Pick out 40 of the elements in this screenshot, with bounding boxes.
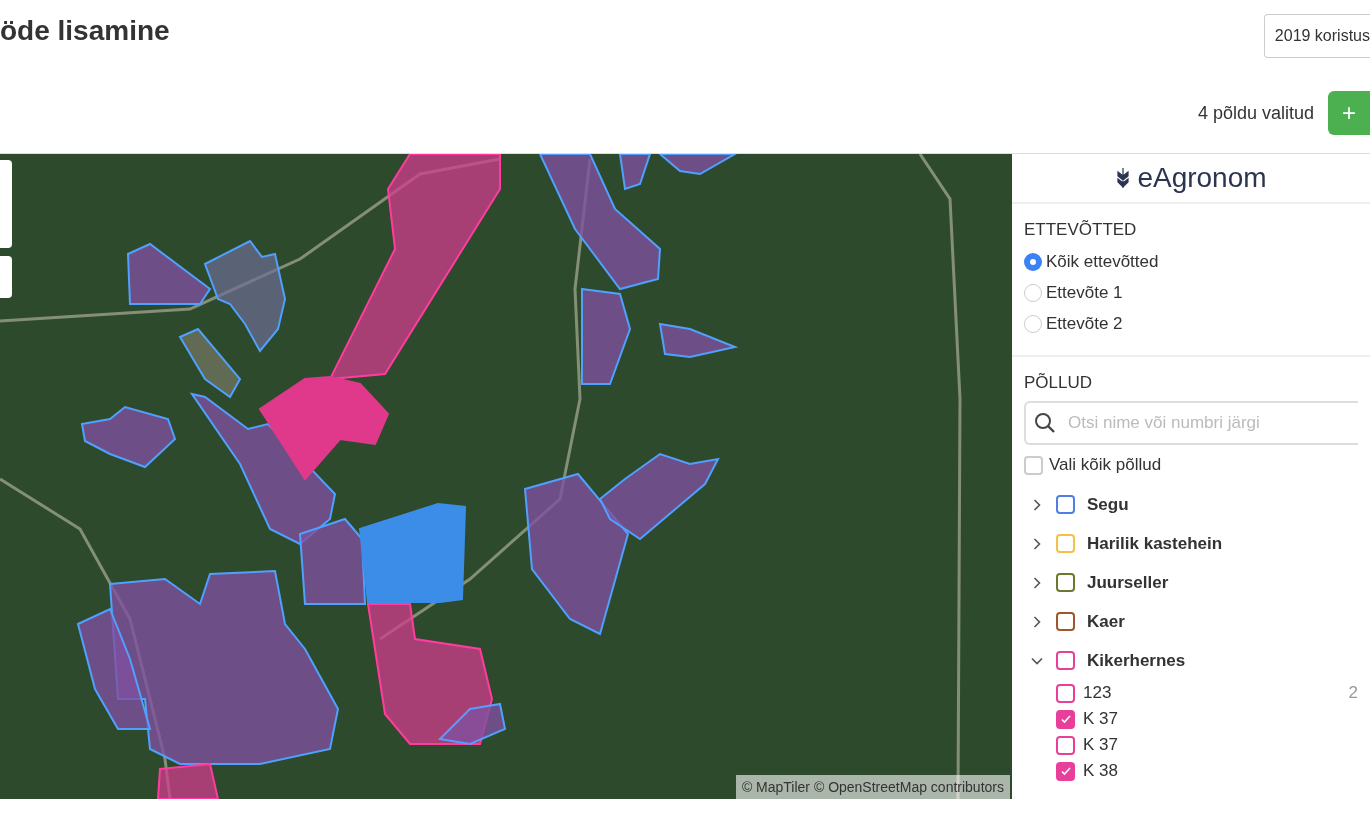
field-label[interactable]: 123 xyxy=(1083,680,1341,706)
search-icon xyxy=(1034,412,1056,434)
field-label[interactable]: K 37 xyxy=(1083,732,1358,758)
selection-count: 4 põldu valitud xyxy=(1197,102,1314,125)
checkbox[interactable] xyxy=(1056,612,1075,631)
section-heading: ETTEVÕTTED xyxy=(1024,220,1138,240)
company-radio[interactable]: Kõik ettevõtted xyxy=(1024,246,1358,277)
checkbox[interactable] xyxy=(1056,683,1075,703)
satellite-map[interactable]: © MapTiler © OpenStreetMap contributors xyxy=(0,154,1012,799)
crop-group-label[interactable]: Juurseller xyxy=(1087,569,1169,596)
crop-group-label[interactable]: Harilik kastehein xyxy=(1087,530,1223,557)
radio-button[interactable] xyxy=(1024,283,1042,302)
checkbox[interactable] xyxy=(1056,735,1075,755)
checkbox[interactable] xyxy=(1056,495,1075,514)
crop-group-label[interactable]: Kaer xyxy=(1087,608,1125,635)
checkmark-icon xyxy=(1059,713,1072,725)
page-title: öde lisamine xyxy=(0,14,170,48)
map-attribution: © MapTiler © OpenStreetMap contributors xyxy=(735,775,1010,799)
field-label[interactable]: K 37 xyxy=(1083,706,1358,732)
checkbox[interactable] xyxy=(1056,534,1075,553)
field-label[interactable]: K 38 xyxy=(1083,758,1358,784)
company-radio[interactable]: Ettevõte 1 xyxy=(1024,277,1358,308)
radio-button[interactable] xyxy=(1024,314,1042,333)
search-field[interactable]: Otsi nime või numbri järgi xyxy=(1024,401,1358,445)
select-all-label[interactable]: Vali kõik põllud xyxy=(1049,452,1162,478)
field-area: 2 xyxy=(1348,680,1358,706)
checkbox[interactable] xyxy=(1056,709,1075,729)
checkbox[interactable] xyxy=(1056,573,1075,592)
checkbox[interactable] xyxy=(1056,651,1075,670)
checkbox[interactable] xyxy=(1056,761,1075,781)
brand-logo: eAgronom xyxy=(1137,162,1267,194)
crop-group-label[interactable]: Segu xyxy=(1087,491,1129,518)
crop-group-label[interactable]: Kikerhernes xyxy=(1087,647,1186,674)
section-heading: PÕLLUD xyxy=(1024,373,1094,393)
wheat-logo-icon xyxy=(1115,166,1132,190)
radio-button[interactable] xyxy=(1024,252,1042,271)
checkmark-icon xyxy=(1059,765,1072,777)
season-select[interactable]: 2019 koristus xyxy=(1263,14,1370,58)
field-polygons-drawing[interactable] xyxy=(76,154,739,799)
company-radio[interactable]: Ettevõte 2 xyxy=(1024,308,1358,339)
